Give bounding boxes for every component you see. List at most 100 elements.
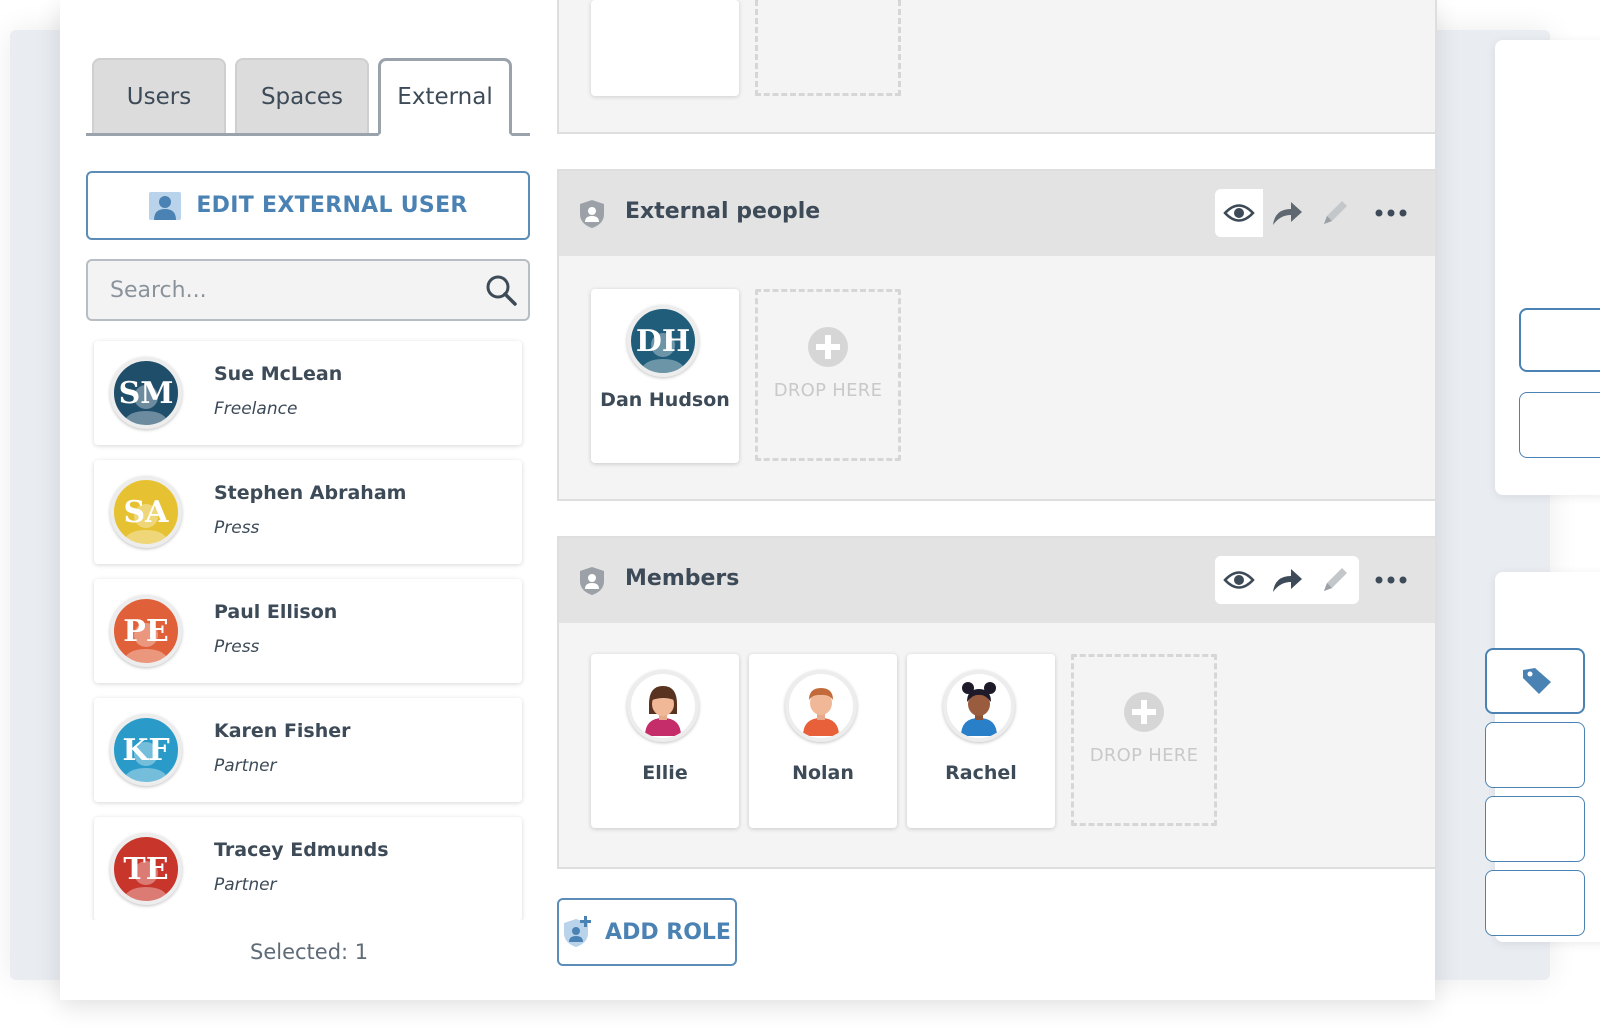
view-button[interactable] [1215,189,1263,237]
view-button[interactable] [1215,556,1263,604]
member-name: Nolan [792,762,854,784]
role-header: Members [559,538,1435,623]
right-panel-button[interactable] [1485,722,1585,788]
share-arrow-icon [1273,202,1302,225]
user-name: Karen Fisher [214,720,351,742]
user-name: Paul Ellison [214,601,338,623]
user-role: Partner [214,756,277,776]
share-button[interactable] [1263,556,1311,604]
user-name: Sue McLean [214,363,343,385]
user-card[interactable]: KF Karen Fisher Partner [94,698,522,802]
member-card[interactable]: Ellie [591,654,739,828]
boy-avatar-icon [791,676,851,736]
more-options-button[interactable] [1367,556,1415,604]
right-panel-button[interactable] [1519,392,1600,458]
avatar: SM [110,357,182,429]
plus-circle-icon [1124,692,1164,732]
user-card[interactable]: TE Tracey Edmunds Partner [94,817,522,920]
external-user-list: SM Sue McLean Freelance SA Stephen Abrah… [86,335,530,920]
right-panel-button[interactable] [1519,308,1600,372]
ellipsis-icon [1375,209,1407,217]
avatar: KF [110,714,182,786]
role-members: Members Ellie Nolan Rachel DROP HERE [557,536,1437,869]
user-icon [149,191,182,220]
girl-avatar [627,670,699,742]
add-role-button[interactable]: ADD ROLE [557,898,737,966]
drop-zone[interactable]: DROP HERE [755,289,901,461]
avatar: PE [110,595,182,667]
search-icon[interactable] [484,273,518,307]
avatar: SA [110,476,182,548]
right-panel-button[interactable] [1485,870,1585,936]
role-title: External people [625,199,821,224]
drop-here-label: DROP HERE [1089,745,1199,766]
avatar: DH [627,305,699,377]
tab-users[interactable]: Users [92,58,226,133]
share-arrow-icon [1273,569,1302,592]
user-role: Press [214,518,260,538]
role-title: Members [625,566,740,591]
role-actions [1215,556,1359,604]
avatar-initials: SM [118,375,174,411]
user-card[interactable]: PE Paul Ellison Press [94,579,522,683]
more-options-button[interactable] [1367,189,1415,237]
tab-external[interactable]: External [378,58,512,136]
avatar-initials: PE [123,613,169,649]
avatar-initials: SA [123,494,169,530]
role-header: External people [559,171,1435,256]
member-card[interactable]: Nolan [749,654,897,828]
drop-zone[interactable] [755,0,901,96]
edit-external-user-label: EDIT EXTERNAL USER [196,193,468,218]
pencil-icon [1324,201,1347,224]
drop-zone[interactable]: DROP HERE [1071,654,1217,826]
girl-buns-avatar-icon [949,676,1009,736]
search-input[interactable] [110,275,460,305]
drop-here-label: DROP HERE [773,380,883,401]
tag-icon [1523,668,1551,694]
shield-plus-icon [564,916,592,947]
boy-avatar [785,670,857,742]
shield-icon [580,200,604,228]
girl-avatar-icon [633,676,693,736]
right-panel-button[interactable] [1485,796,1585,862]
user-card[interactable]: SM Sue McLean Freelance [94,341,522,445]
member-name: Rachel [945,762,1017,784]
member-card[interactable]: DH Dan Hudson [591,289,739,463]
share-button[interactable] [1263,189,1311,237]
pencil-icon [1324,568,1347,591]
search-box [86,259,530,321]
right-side-panel [1495,40,1600,495]
user-card[interactable]: SA Stephen Abraham Press [94,460,522,564]
role-actions [1215,189,1359,237]
edit-button[interactable] [1311,189,1359,237]
avatar-initials: KF [122,732,170,768]
avatar: TE [110,833,182,905]
member-name: Ellie [642,762,688,784]
user-role: Freelance [214,399,298,419]
plus-circle-icon [808,327,848,367]
eye-icon [1223,571,1255,589]
tab-spaces[interactable]: Spaces [235,58,369,133]
girl-buns-avatar [943,670,1015,742]
member-name: Dan Hudson [600,389,730,411]
avatar-initials: DH [635,323,691,359]
add-role-label: ADD ROLE [605,919,731,945]
user-name: Stephen Abraham [214,482,407,504]
eye-icon [1223,204,1255,222]
member-card[interactable]: Rachel [907,654,1055,828]
user-name: Tracey Edmunds [214,839,389,861]
avatar-initials: TE [123,851,169,887]
right-side-panel [1485,572,1600,942]
edit-external-user-button[interactable]: EDIT EXTERNAL USER [86,171,530,240]
edit-button[interactable] [1311,556,1359,604]
member-card[interactable] [591,0,739,96]
user-role: Press [214,637,260,657]
ellipsis-icon [1375,576,1407,584]
role-external-people: External people DH Dan Hudson DROP HERE [557,169,1437,501]
selected-count: Selected: 1 [250,940,369,964]
tab-bar: Users Spaces External [86,58,530,136]
tag-button[interactable] [1485,648,1585,714]
shield-icon [580,567,604,595]
role-block-previous [557,0,1437,134]
user-role: Partner [214,875,277,895]
